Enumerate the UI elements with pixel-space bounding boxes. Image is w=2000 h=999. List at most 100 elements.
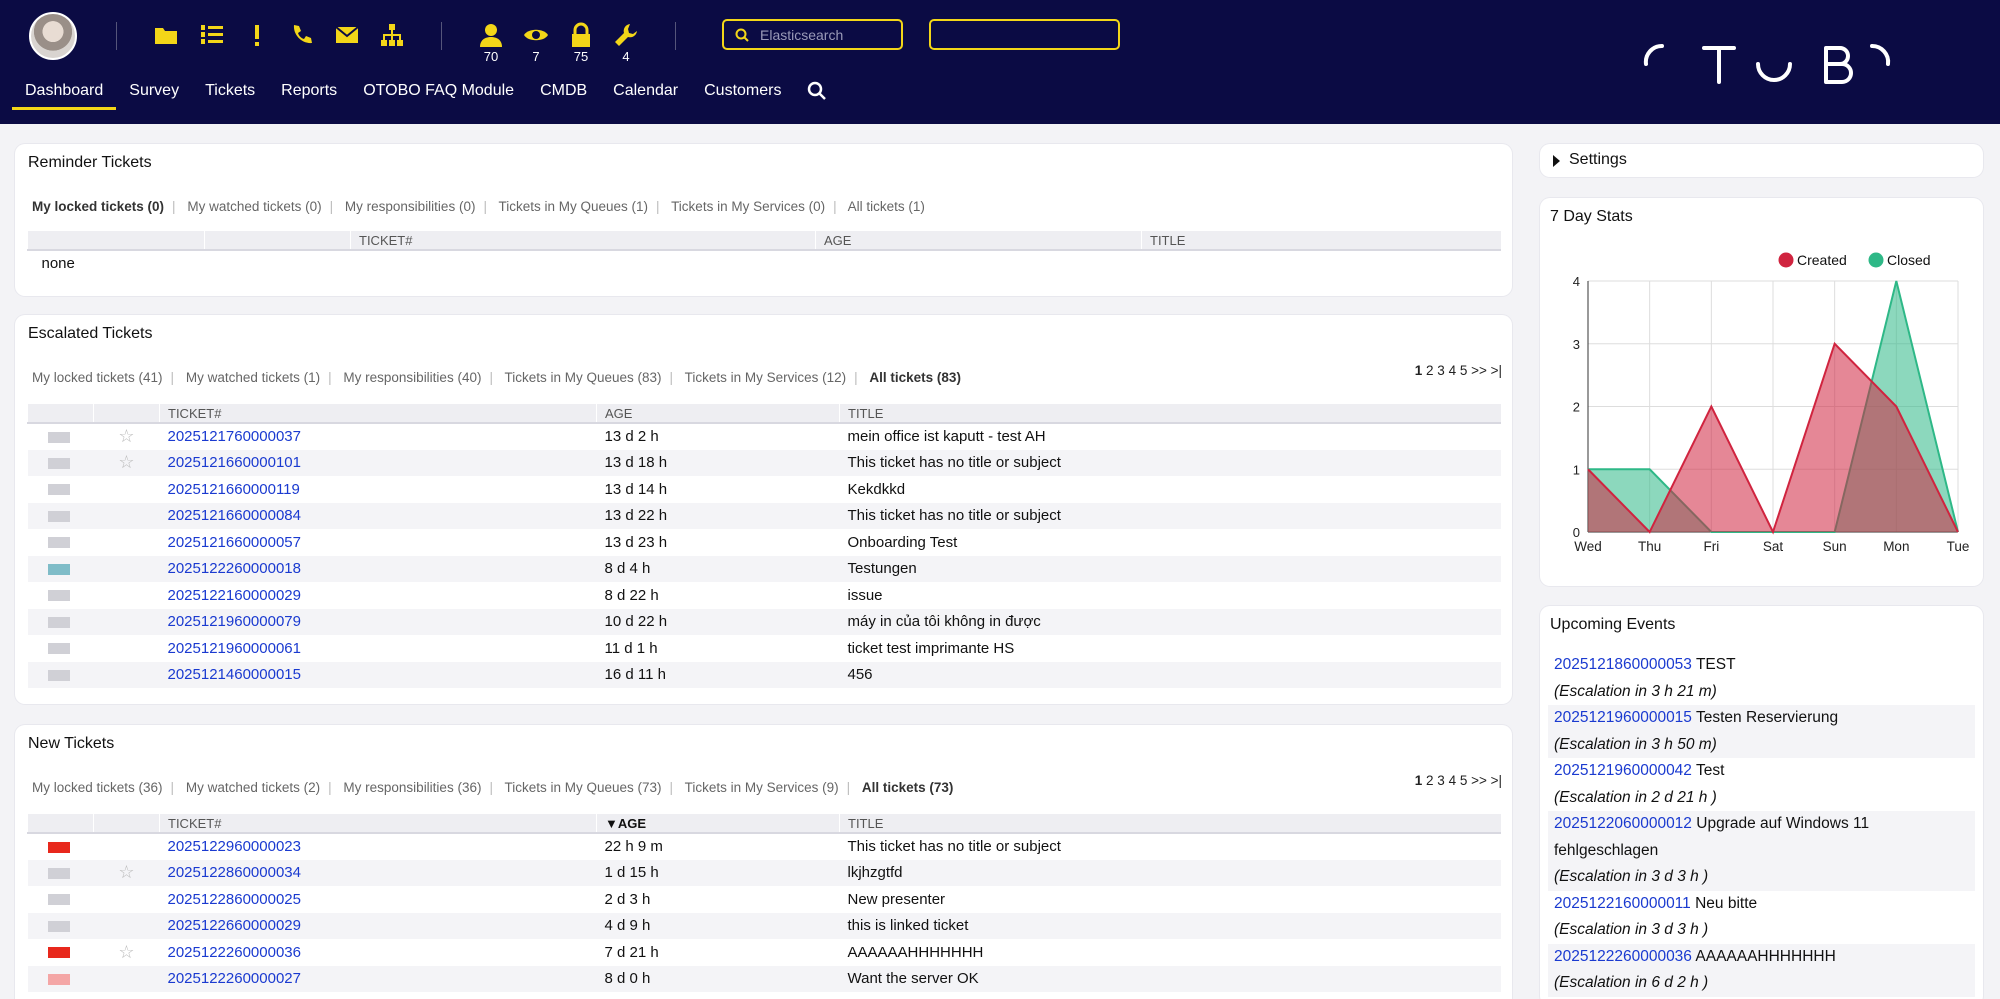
otobo-logo[interactable] [1640,42,1895,86]
star-cell[interactable] [94,886,160,913]
col-age[interactable]: AGE [596,404,840,424]
lock-icon[interactable] [568,22,594,48]
event-ticket-link[interactable]: 2025121960000042 [1554,762,1692,779]
ticket-number-link[interactable]: 2025122660000029 [168,917,301,934]
col-ticket-number[interactable]: TICKET# [350,231,816,251]
col-title[interactable]: TITLE [839,814,1501,834]
nav-reports[interactable]: Reports [268,80,350,116]
star-cell[interactable] [94,476,160,503]
ticket-row[interactable]: 2025122860000025 2 d 3 h New presenter [28,886,1502,913]
wrench-icon[interactable] [613,22,639,48]
star-cell[interactable] [94,582,160,609]
ticket-row[interactable]: 2025122160000029 8 d 22 h issue [28,582,1502,609]
event-ticket-link[interactable]: 2025121860000053 [1554,656,1692,673]
filter-my-responsibilities[interactable]: My responsibilities (0) [345,199,476,214]
star-cell[interactable]: ☆ [94,423,160,450]
filter-my-watched[interactable]: My watched tickets (2) [186,780,320,795]
filter-my-locked[interactable]: My locked tickets (36) [32,780,163,795]
filter-my-queues[interactable]: Tickets in My Queues (83) [504,370,661,385]
filter-my-services[interactable]: Tickets in My Services (0) [671,199,825,214]
ticket-number-link[interactable]: 2025122960000023 [168,838,301,855]
filter-my-queues[interactable]: Tickets in My Queues (73) [504,780,661,795]
ticket-row[interactable]: ☆ 2025122860000034 1 d 15 h lkjhzgtfd [27,859,1501,886]
filter-my-watched[interactable]: My watched tickets (1) [186,370,320,385]
user-count[interactable]: 70 [471,49,511,64]
ticket-row[interactable]: ☆ 2025121760000037 13 d 2 h mein office ist… [28,423,1502,450]
nav-survey[interactable]: Survey [116,80,192,116]
star-icon[interactable]: ☆ [118,452,134,472]
star-cell[interactable] [94,833,160,860]
col-title[interactable]: TITLE [1141,231,1501,251]
eye-icon[interactable] [523,22,549,48]
star-cell[interactable] [93,965,160,992]
event-ticket-link[interactable]: 2025122060000012 [1554,815,1692,832]
event-ticket-link[interactable]: 2025122260000036 [1554,948,1692,965]
ticket-number-link[interactable]: 2025122260000027 [168,970,301,987]
event-ticket-link[interactable]: 2025122160000011 [1554,895,1691,912]
nav-faq-module[interactable]: OTOBO FAQ Module [350,80,527,116]
filter-all-tickets[interactable]: All tickets (83) [869,370,961,385]
ticket-row[interactable]: 2025121960000061 11 d 1 h ticket test impr… [28,635,1502,662]
ticket-row[interactable]: 2025122960000023 22 h 9 m This ticket has … [28,833,1502,860]
col-age-sorted[interactable]: ▼AGE [596,814,840,834]
ticket-number-link[interactable]: 2025121460000015 [168,666,301,683]
ticket-number-link[interactable]: 2025122860000034 [168,864,301,881]
ticket-row[interactable]: ☆ 2025121660000101 13 d 18 h This ticket ha… [27,449,1501,476]
ticket-row[interactable]: 2025122260000018 8 d 4 h Testungen [27,555,1501,582]
star-cell[interactable] [93,502,160,529]
filter-my-locked[interactable]: My locked tickets (0) [32,199,164,214]
ticket-number-link[interactable]: 2025121960000061 [168,640,301,657]
nav-tickets[interactable]: Tickets [192,80,268,116]
event-ticket-link[interactable]: 2025121960000015 [1554,709,1692,726]
nav-customers[interactable]: Customers [691,80,794,116]
star-cell[interactable]: ☆ [93,859,160,886]
filter-my-services[interactable]: Tickets in My Services (9) [685,780,839,795]
pagination[interactable]: 1 2 3 4 5 >> >| [1415,363,1502,378]
ticket-number-link[interactable]: 2025121760000037 [168,428,301,445]
ticket-number-link[interactable]: 2025121960000079 [168,613,301,630]
star-icon[interactable]: ☆ [118,426,134,446]
watch-count[interactable]: 7 [516,49,556,64]
exclamation-icon[interactable] [244,22,270,48]
sitemap-icon[interactable] [379,22,405,48]
envelope-icon[interactable] [334,22,360,48]
star-cell[interactable] [94,529,160,556]
nav-search[interactable] [794,80,840,116]
filter-all-tickets[interactable]: All tickets (1) [848,199,925,214]
settings-toggle[interactable]: Settings [1540,144,1983,177]
col-title[interactable]: TITLE [839,404,1501,424]
ticket-row[interactable]: 2025121960000079 10 d 22 h máy in của tôi … [27,608,1501,635]
ticket-number-link[interactable]: 2025121660000101 [168,454,301,471]
filter-my-responsibilities[interactable]: My responsibilities (40) [343,370,481,385]
star-cell[interactable] [93,555,160,582]
star-cell[interactable]: ☆ [94,939,160,966]
filter-my-queues[interactable]: Tickets in My Queues (1) [498,199,648,214]
user-avatar[interactable] [29,12,77,60]
filter-my-responsibilities[interactable]: My responsibilities (36) [343,780,481,795]
nav-cmdb[interactable]: CMDB [527,80,600,116]
nav-calendar[interactable]: Calendar [600,80,691,116]
filter-my-locked[interactable]: My locked tickets (41) [32,370,163,385]
wrench-count[interactable]: 4 [606,49,646,64]
col-ticket-number[interactable]: TICKET# [159,814,597,834]
pagination[interactable]: 1 2 3 4 5 >> >| [1415,773,1502,788]
filter-my-services[interactable]: Tickets in My Services (12) [685,370,847,385]
numbered-list-icon[interactable] [199,22,225,48]
star-cell[interactable] [94,635,160,662]
user-icon[interactable] [478,22,504,48]
secondary-search-input[interactable] [931,21,1118,48]
star-cell[interactable]: ☆ [93,449,160,476]
ticket-number-link[interactable]: 2025121660000119 [168,481,300,498]
lock-count[interactable]: 75 [561,49,601,64]
ticket-row[interactable]: 2025121660000057 13 d 23 h Onboarding Test [28,529,1502,556]
elasticsearch-input[interactable] [724,21,901,48]
ticket-row[interactable]: 2025121660000084 13 d 22 h This ticket has… [27,502,1501,529]
ticket-number-link[interactable]: 2025122860000025 [168,891,301,908]
ticket-row[interactable]: 2025122260000027 8 d 0 h Want the server O… [27,965,1501,992]
col-age[interactable]: AGE [815,231,1142,251]
ticket-number-link[interactable]: 2025122260000018 [168,560,301,577]
ticket-row[interactable]: 2025121460000015 16 d 11 h 456 [27,661,1501,688]
folder-icon[interactable] [153,22,179,48]
ticket-number-link[interactable]: 2025122260000036 [168,944,301,961]
col-ticket-number[interactable]: TICKET# [159,404,597,424]
